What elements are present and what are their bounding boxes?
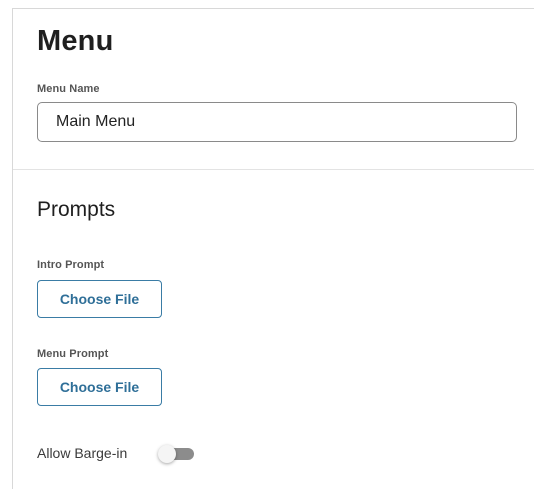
menu-title: Menu <box>37 25 114 57</box>
intro-prompt-choose-file-button[interactable]: Choose File <box>37 280 162 318</box>
menu-section: Menu Menu Name <box>13 9 534 170</box>
intro-prompt-label: Intro Prompt <box>37 259 105 271</box>
menu-prompt-choose-file-button[interactable]: Choose File <box>37 368 162 406</box>
menu-name-input[interactable] <box>37 102 517 142</box>
allow-barge-in-toggle[interactable] <box>158 445 196 463</box>
menu-name-label: Menu Name <box>37 83 100 95</box>
toggle-thumb <box>158 445 176 463</box>
prompts-title: Prompts <box>37 198 116 221</box>
menu-settings-panel: Menu Menu Name Prompts Intro Prompt Choo… <box>12 8 534 489</box>
menu-prompt-label: Menu Prompt <box>37 348 109 360</box>
section-divider <box>13 169 534 170</box>
allow-barge-in-label: Allow Barge-in <box>37 445 128 461</box>
